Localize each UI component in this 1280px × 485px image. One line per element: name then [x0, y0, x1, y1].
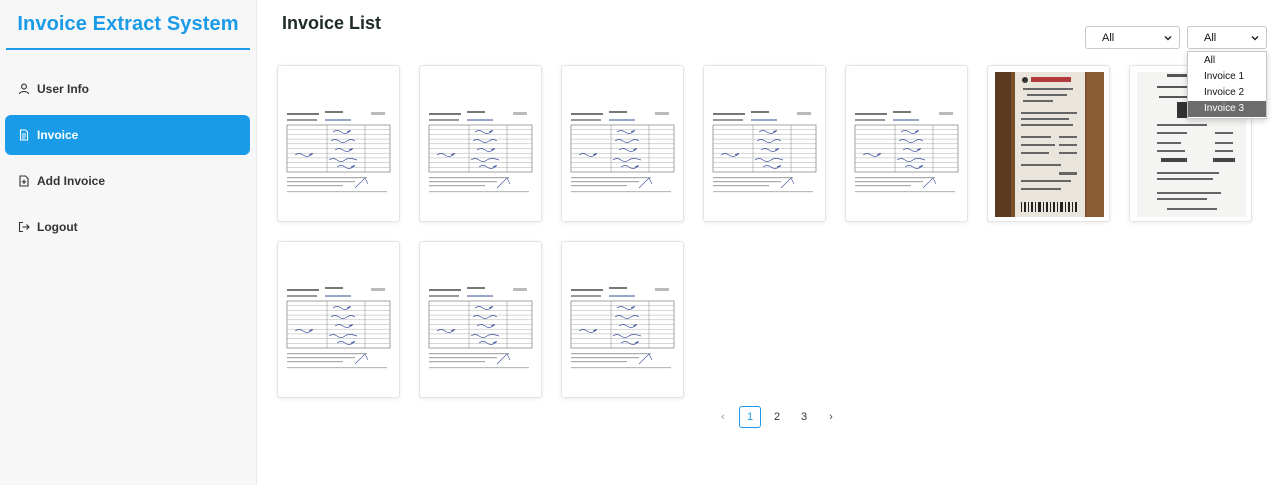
invoice-thumbnail: [427, 72, 536, 217]
invoice-thumbnail: [569, 248, 678, 393]
pagination-prev-button[interactable]: ‹: [712, 406, 734, 428]
filter-select-second[interactable]: All: [1187, 26, 1267, 49]
invoice-card[interactable]: [419, 65, 542, 222]
filter-select-value: All: [1204, 31, 1217, 44]
invoice-card[interactable]: [703, 65, 826, 222]
main-content: Invoice List All All All Invoice 1 Invoi…: [257, 0, 1280, 485]
pagination-next-button[interactable]: ›: [820, 406, 842, 428]
sidebar: Invoice Extract System User Info Invoice…: [0, 0, 257, 485]
brand-header: Invoice Extract System: [6, 0, 250, 50]
filter-select-first[interactable]: All: [1085, 26, 1180, 49]
pagination-page-2[interactable]: 2: [766, 406, 788, 428]
invoice-thumbnail: [285, 248, 394, 393]
invoice-card[interactable]: [277, 65, 400, 222]
sidebar-item-user-info[interactable]: User Info: [5, 69, 250, 109]
add-file-icon: [17, 174, 31, 188]
invoice-card[interactable]: [987, 65, 1110, 222]
sidebar-item-add-invoice[interactable]: Add Invoice: [5, 161, 250, 201]
pagination-page-3[interactable]: 3: [793, 406, 815, 428]
page-title: Invoice List: [282, 13, 382, 33]
app-root: Invoice Extract System User Info Invoice…: [0, 0, 1280, 485]
sidebar-item-label: Invoice: [37, 128, 79, 142]
pagination-page-1[interactable]: 1: [739, 406, 761, 428]
sidebar-item-logout[interactable]: Logout: [5, 207, 250, 247]
invoice-thumbnail: [711, 72, 820, 217]
invoice-thumbnail: [853, 72, 962, 217]
sidebar-item-label: Logout: [37, 220, 78, 234]
invoice-thumbnail: [285, 72, 394, 217]
sidebar-item-invoice[interactable]: Invoice: [5, 115, 250, 155]
receipt-photo-thumbnail: [995, 72, 1104, 217]
filter-select-value: All: [1102, 31, 1115, 44]
invoice-card[interactable]: [561, 65, 684, 222]
user-icon: [17, 82, 31, 96]
invoice-card[interactable]: [845, 65, 968, 222]
sidebar-item-label: Add Invoice: [37, 174, 106, 188]
pagination: ‹ 1 2 3 ›: [712, 406, 847, 428]
logout-icon: [17, 220, 31, 234]
dropdown-option-invoice-3[interactable]: Invoice 3: [1188, 101, 1266, 117]
invoice-card[interactable]: [419, 241, 542, 398]
sidebar-item-label: User Info: [37, 82, 90, 96]
app-title: Invoice Extract System: [17, 12, 239, 35]
invoice-icon: [17, 128, 31, 142]
filter-dropdown-menu: All Invoice 1 Invoice 2 Invoice 3: [1187, 51, 1267, 119]
invoice-thumbnail: [569, 72, 678, 217]
chevron-down-icon: [1251, 35, 1259, 41]
dropdown-option-all[interactable]: All: [1188, 53, 1266, 69]
dropdown-option-invoice-2[interactable]: Invoice 2: [1188, 85, 1266, 101]
invoice-card[interactable]: [277, 241, 400, 398]
invoice-thumbnail: [427, 248, 536, 393]
chevron-down-icon: [1164, 35, 1172, 41]
dropdown-option-invoice-1[interactable]: Invoice 1: [1188, 69, 1266, 85]
invoice-card[interactable]: [561, 241, 684, 398]
